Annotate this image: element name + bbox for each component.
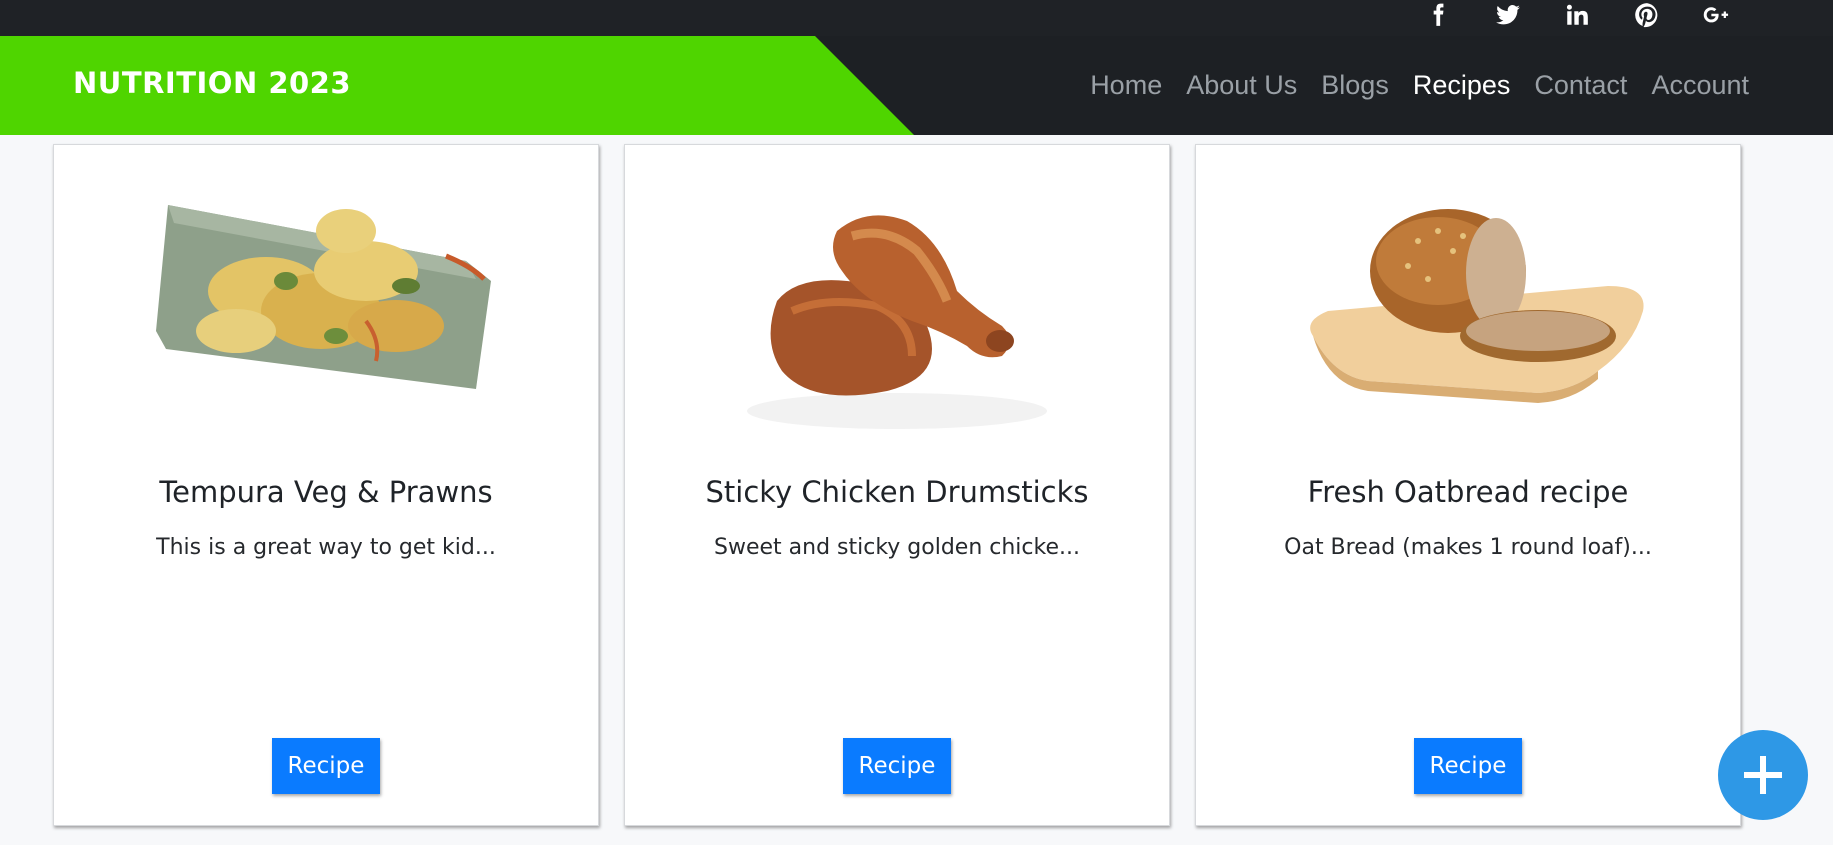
add-recipe-button[interactable] — [1718, 730, 1808, 820]
recipe-card: Sticky Chicken Drumsticks Sweet and stic… — [624, 144, 1170, 826]
nav-blogs[interactable]: Blogs — [1321, 70, 1389, 101]
recipe-card: Fresh Oatbread recipe Oat Bread (makes 1… — [1195, 144, 1741, 826]
linkedin-icon[interactable] — [1559, 0, 1595, 30]
site-logo-text[interactable]: NUTRITION 2023 — [73, 66, 351, 100]
card-title: Tempura Veg & Prawns — [159, 475, 493, 509]
card-description: Sweet and sticky golden chicke... — [714, 535, 1080, 560]
card-description: This is a great way to get kid... — [156, 535, 496, 560]
plus-icon — [1744, 756, 1782, 794]
card-title: Sticky Chicken Drumsticks — [705, 475, 1089, 509]
main-navbar: NUTRITION 2023 Home About Us Blogs Recip… — [0, 36, 1833, 135]
google-plus-icon[interactable] — [1698, 0, 1734, 30]
tempura-photo — [146, 161, 506, 449]
pinterest-icon[interactable] — [1629, 0, 1665, 30]
social-bar — [0, 0, 1833, 36]
recipe-button[interactable]: Recipe — [272, 738, 380, 794]
nav-recipes[interactable]: Recipes — [1413, 70, 1511, 101]
card-description: Oat Bread (makes 1 round loaf)... — [1284, 535, 1652, 560]
chicken-drumsticks-photo — [717, 161, 1077, 449]
nav-about-us[interactable]: About Us — [1186, 70, 1297, 101]
recipe-button[interactable]: Recipe — [843, 738, 951, 794]
nav-account[interactable]: Account — [1651, 70, 1749, 101]
nav-home[interactable]: Home — [1090, 70, 1162, 101]
oatbread-photo — [1288, 161, 1648, 449]
nav-contact[interactable]: Contact — [1534, 70, 1627, 101]
nav-menu: Home About Us Blogs Recipes Contact Acco… — [1066, 36, 1749, 135]
card-title: Fresh Oatbread recipe — [1307, 475, 1629, 509]
recipe-button[interactable]: Recipe — [1414, 738, 1522, 794]
recipe-card: Tempura Veg & Prawns This is a great way… — [53, 144, 599, 826]
facebook-icon[interactable] — [1420, 0, 1456, 30]
twitter-icon[interactable] — [1490, 0, 1526, 30]
